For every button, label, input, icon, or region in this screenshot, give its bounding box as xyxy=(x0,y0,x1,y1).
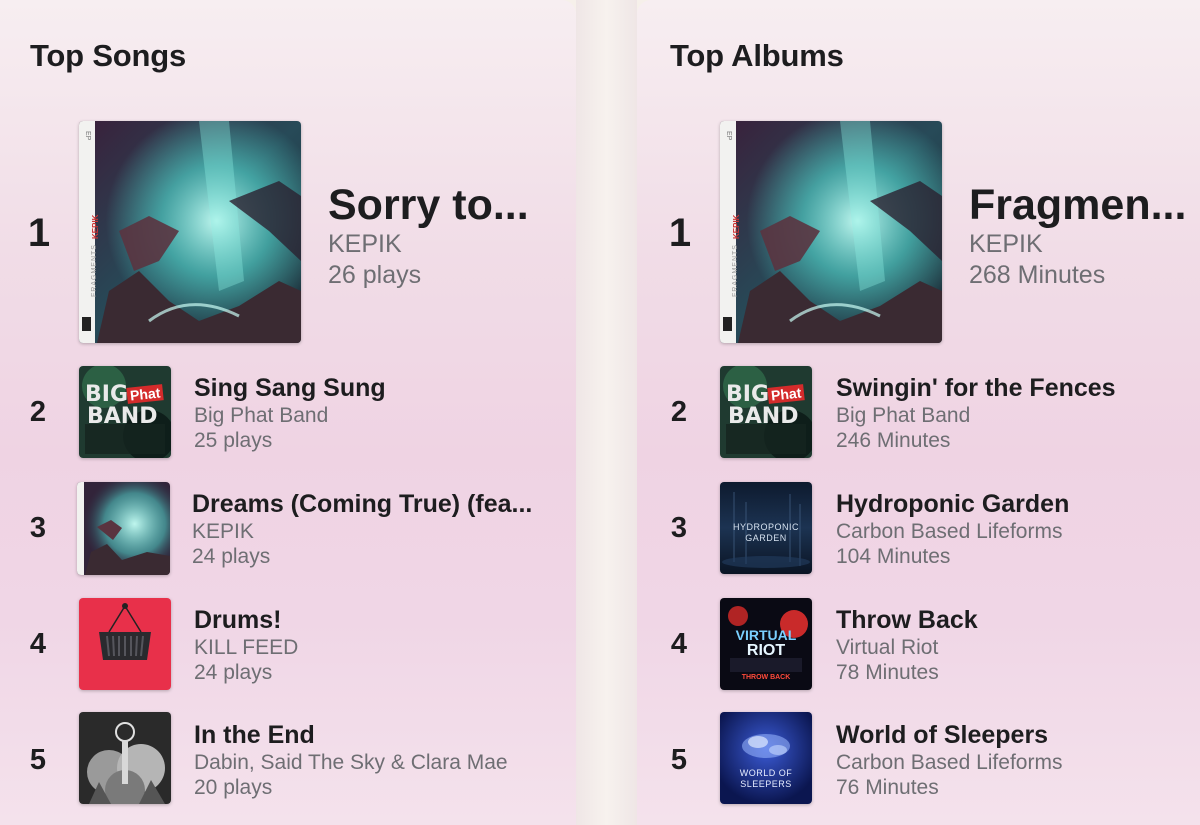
album-5-info: World of Sleepers Carbon Based Lifeforms… xyxy=(836,721,1062,800)
hydroponic-cover-line1: HYDROPONIC xyxy=(732,522,799,532)
album-2-cover-art: BIG Phat BAND xyxy=(720,366,812,458)
song-3-artist[interactable]: KEPIK xyxy=(192,519,532,544)
album-1-minutes: 268 Minutes xyxy=(969,261,1106,289)
bigphat-band-text: BAND xyxy=(87,404,158,429)
song-2-artist[interactable]: Big Phat Band xyxy=(194,403,386,428)
album-4-minutes: 78 Minutes xyxy=(836,661,939,684)
song-2-cover-art: BIG Phat BAND xyxy=(79,366,171,458)
album-cover-spine-artist: KEPIK xyxy=(732,214,741,239)
hydroponic-cover-line2: GARDEN xyxy=(745,533,787,543)
album-5-minutes: 76 Minutes xyxy=(836,776,939,799)
album-5-artist[interactable]: Carbon Based Lifeforms xyxy=(836,750,1062,775)
album-4-info: Throw Back Virtual Riot 78 Minutes xyxy=(836,606,978,685)
album-1-cover-art: EP KEPIK FRAGMENTS xyxy=(720,121,942,343)
song-rank-5: 5 xyxy=(29,744,47,776)
album-cover-spine-title: FRAGMENTS xyxy=(732,244,739,297)
song-1-cover-art: EP KEPIK FRAGMENTS xyxy=(79,121,301,343)
top-albums-title: Top Albums xyxy=(670,38,844,73)
song-1-name[interactable]: Sorry to... xyxy=(328,181,529,229)
song-5-plays: 20 plays xyxy=(194,776,273,799)
song-1-info: Sorry to... KEPIK 26 plays xyxy=(328,181,529,291)
album-2-name[interactable]: Swingin' for the Fences xyxy=(836,374,1116,403)
song-4-name[interactable]: Drums! xyxy=(194,606,298,635)
song-rank-3: 3 xyxy=(29,512,47,544)
song-1-artist[interactable]: KEPIK xyxy=(328,229,529,260)
top-songs-panel: Top Songs 1 EP KEPIK FRAGMENTS Sorry to.… xyxy=(0,0,576,825)
song-5-cover-art xyxy=(79,712,171,804)
virtualriot-cover-subtitle: THROW BACK xyxy=(741,674,791,681)
album-1-info: Fragmen... KEPIK 268 Minutes xyxy=(969,181,1186,291)
song-rank-4: 4 xyxy=(29,628,47,660)
album-2-artist[interactable]: Big Phat Band xyxy=(836,403,1116,428)
album-4-cover-art: VIRTUAL RIOT THROW BACK xyxy=(720,598,812,690)
album-3-info: Hydroponic Garden Carbon Based Lifeforms… xyxy=(836,490,1069,569)
sleepers-cover-line1: WORLD OF xyxy=(739,768,793,778)
song-4-artist[interactable]: KILL FEED xyxy=(194,635,298,660)
song-4-plays: 24 plays xyxy=(194,661,273,684)
song-2-info: Sing Sang Sung Big Phat Band 25 plays xyxy=(194,374,386,453)
album-3-name[interactable]: Hydroponic Garden xyxy=(836,490,1069,519)
top-albums-panel: Top Albums 1 EP KEPIK FRAGMENTS Fragmen.… xyxy=(637,0,1200,825)
album-bigphat-band-text: BAND xyxy=(728,404,799,429)
song-3-name[interactable]: Dreams (Coming True) (fea... xyxy=(192,490,532,519)
album-1-name[interactable]: Fragmen... xyxy=(969,181,1186,229)
cover-spine-artist: KEPIK xyxy=(91,214,100,239)
album-rank-5: 5 xyxy=(670,744,688,776)
album-cover-spine-ep: EP xyxy=(725,131,732,141)
album-2-info: Swingin' for the Fences Big Phat Band 24… xyxy=(836,374,1116,453)
song-3-plays: 24 plays xyxy=(192,545,271,568)
album-4-name[interactable]: Throw Back xyxy=(836,606,978,635)
album-3-minutes: 104 Minutes xyxy=(836,545,951,568)
album-rank-4: 4 xyxy=(670,628,688,660)
song-3-info: Dreams (Coming True) (fea... KEPIK 24 pl… xyxy=(192,490,532,569)
song-2-plays: 25 plays xyxy=(194,429,273,452)
panel-divider xyxy=(576,0,637,825)
virtualriot-cover-line2: RIOT xyxy=(746,642,786,659)
cover-spine-title: FRAGMENTS xyxy=(91,244,98,297)
album-3-artist[interactable]: Carbon Based Lifeforms xyxy=(836,519,1069,544)
song-5-name[interactable]: In the End xyxy=(194,721,508,750)
album-3-cover-art: HYDROPONIC GARDEN xyxy=(720,482,812,574)
song-rank-1: 1 xyxy=(27,211,51,255)
album-2-minutes: 246 Minutes xyxy=(836,429,951,452)
album-rank-3: 3 xyxy=(670,512,688,544)
cover-spine-ep: EP xyxy=(84,131,91,141)
album-5-cover-art: WORLD OF SLEEPERS xyxy=(720,712,812,804)
song-rank-2: 2 xyxy=(29,396,47,428)
sleepers-cover-line2: SLEEPERS xyxy=(740,779,792,789)
song-5-info: In the End Dabin, Said The Sky & Clara M… xyxy=(194,721,508,800)
virtualriot-cover-line1: VIRTUAL xyxy=(735,627,797,643)
album-rank-1: 1 xyxy=(668,211,692,255)
song-1-plays: 26 plays xyxy=(328,261,422,289)
song-4-cover-art xyxy=(79,598,171,690)
album-rank-2: 2 xyxy=(670,396,688,428)
song-3-cover-art xyxy=(77,482,170,575)
album-1-artist[interactable]: KEPIK xyxy=(969,229,1186,260)
song-2-name[interactable]: Sing Sang Sung xyxy=(194,374,386,403)
song-5-artist[interactable]: Dabin, Said The Sky & Clara Mae xyxy=(194,750,508,775)
song-4-info: Drums! KILL FEED 24 plays xyxy=(194,606,298,685)
album-5-name[interactable]: World of Sleepers xyxy=(836,721,1062,750)
top-songs-title: Top Songs xyxy=(30,38,187,73)
album-4-artist[interactable]: Virtual Riot xyxy=(836,635,978,660)
